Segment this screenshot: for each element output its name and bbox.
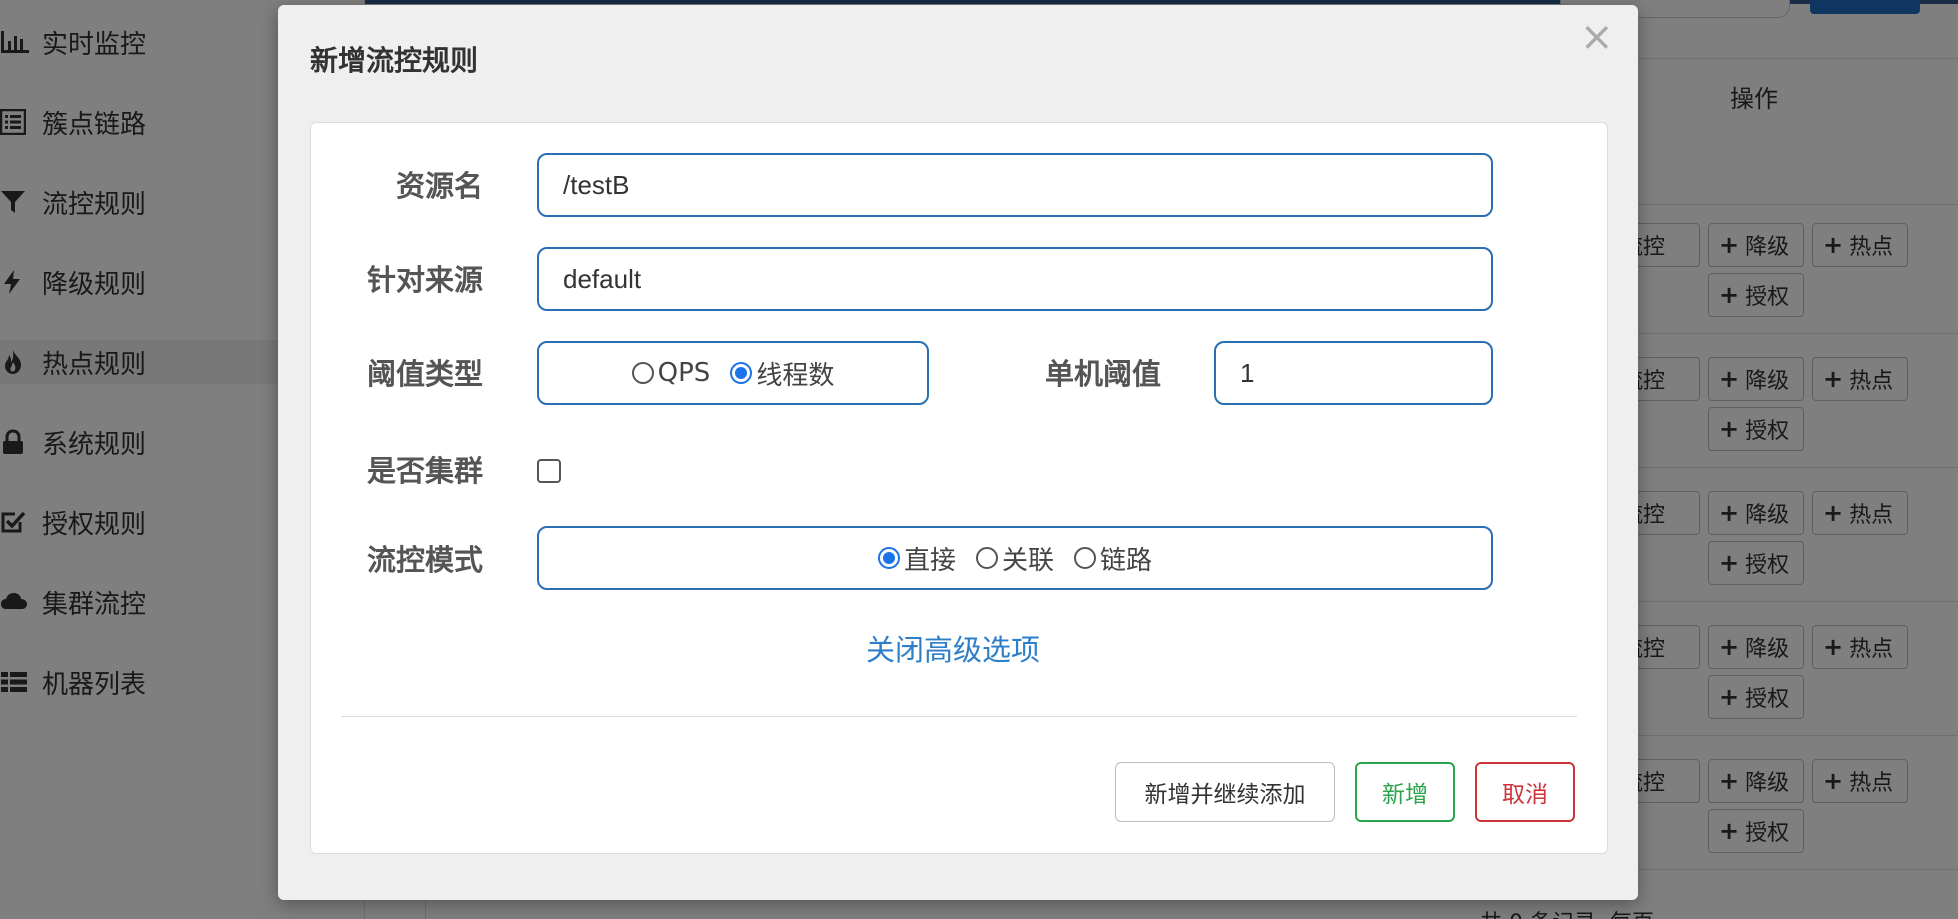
direct-label: 直接	[903, 545, 956, 576]
app-page: 实时监控 簇点链路 流控规则 降级规则 热点规则	[0, 0, 1958, 919]
flow-mode-group: 直接 关联 链路	[537, 526, 1493, 590]
direct-radio[interactable]	[877, 547, 900, 569]
close-advanced-options-link[interactable]: 关闭高级选项	[866, 627, 1040, 669]
resource-name-label: 资源名	[395, 169, 483, 203]
threads-label: 线程数	[756, 360, 835, 391]
threshold-type-group: QPS 线程数	[537, 341, 929, 405]
chain-label: 链路	[1100, 545, 1153, 576]
qps-label: QPS	[657, 358, 711, 388]
cancel-button[interactable]: 取消	[1475, 762, 1575, 822]
dialog-title: 新增流控规则	[310, 44, 479, 77]
form-panel: 资源名 针对来源 阈值类型 QPS 线程数 单机阈值 是否集群	[310, 122, 1608, 854]
flow-mode-label: 流控模式	[366, 543, 483, 577]
add-and-continue-button[interactable]: 新增并继续添加	[1115, 762, 1335, 822]
resource-name-input[interactable]	[537, 153, 1493, 217]
threshold-type-threads-option[interactable]: 线程数	[730, 355, 834, 392]
relate-label: 关联	[1001, 545, 1054, 576]
add-flow-rule-dialog: 新增流控规则 × 资源名 针对来源 阈值类型 QPS 线程数	[278, 5, 1638, 900]
single-threshold-input[interactable]	[1214, 341, 1493, 405]
mode-relate-option[interactable]: 关联	[975, 540, 1054, 577]
threshold-type-label: 阈值类型	[366, 357, 483, 391]
mode-direct-option[interactable]: 直接	[877, 540, 956, 577]
mode-chain-option[interactable]: 链路	[1074, 540, 1152, 577]
origin-input[interactable]	[537, 247, 1493, 311]
relate-radio[interactable]	[975, 547, 998, 569]
origin-label: 针对来源	[366, 263, 483, 297]
threshold-type-qps-option[interactable]: QPS	[631, 358, 711, 388]
qps-radio[interactable]	[631, 362, 654, 384]
form-divider	[341, 716, 1577, 717]
threads-radio[interactable]	[730, 362, 753, 384]
add-button[interactable]: 新增	[1355, 762, 1455, 822]
close-icon[interactable]: ×	[1580, 17, 1614, 57]
cluster-checkbox[interactable]	[537, 459, 561, 483]
chain-radio[interactable]	[1074, 547, 1096, 569]
cluster-label: 是否集群	[366, 454, 483, 488]
single-threshold-label: 单机阈值	[1044, 357, 1161, 391]
